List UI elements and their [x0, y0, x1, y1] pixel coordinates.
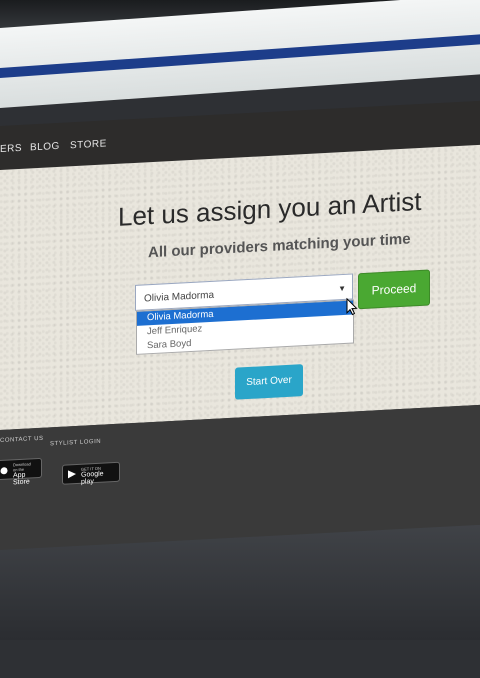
mouse-pointer-icon [346, 297, 358, 316]
contact-us-link[interactable]: CONTACT US [0, 436, 43, 444]
apple-icon [0, 467, 8, 475]
stylist-login-link[interactable]: STYLIST LOGIN [50, 439, 101, 448]
web-page: ERS BLOG STORE Let us assign you an Arti… [0, 53, 480, 678]
page-title: Let us assign you an Artist [118, 185, 422, 232]
app-store-badge[interactable]: Download on the App Store [0, 457, 42, 486]
google-play-badge[interactable]: GET IT ON Google play [62, 461, 120, 486]
site-footer: CONTACT US STYLIST LOGIN Download on the… [0, 404, 480, 550]
artist-assignment-section: Let us assign you an Artist All our prov… [0, 144, 480, 430]
artist-select-value: Olivia Madorma [144, 289, 215, 305]
page-subtitle: All our providers matching your time [148, 230, 411, 262]
nav-item-artists[interactable]: ERS [0, 143, 22, 155]
app-store-text: App Store [13, 471, 30, 487]
caret-down-icon: ▼ [338, 283, 346, 294]
nav-item-store[interactable]: STORE [70, 138, 107, 151]
play-triangle-icon [68, 470, 76, 479]
google-play-text: Google play [81, 470, 104, 486]
start-over-button[interactable]: Start Over [235, 364, 303, 400]
nav-item-blog[interactable]: BLOG [30, 141, 60, 154]
app-store-small-text: Download on the [13, 461, 31, 473]
proceed-button[interactable]: Proceed [358, 269, 430, 310]
